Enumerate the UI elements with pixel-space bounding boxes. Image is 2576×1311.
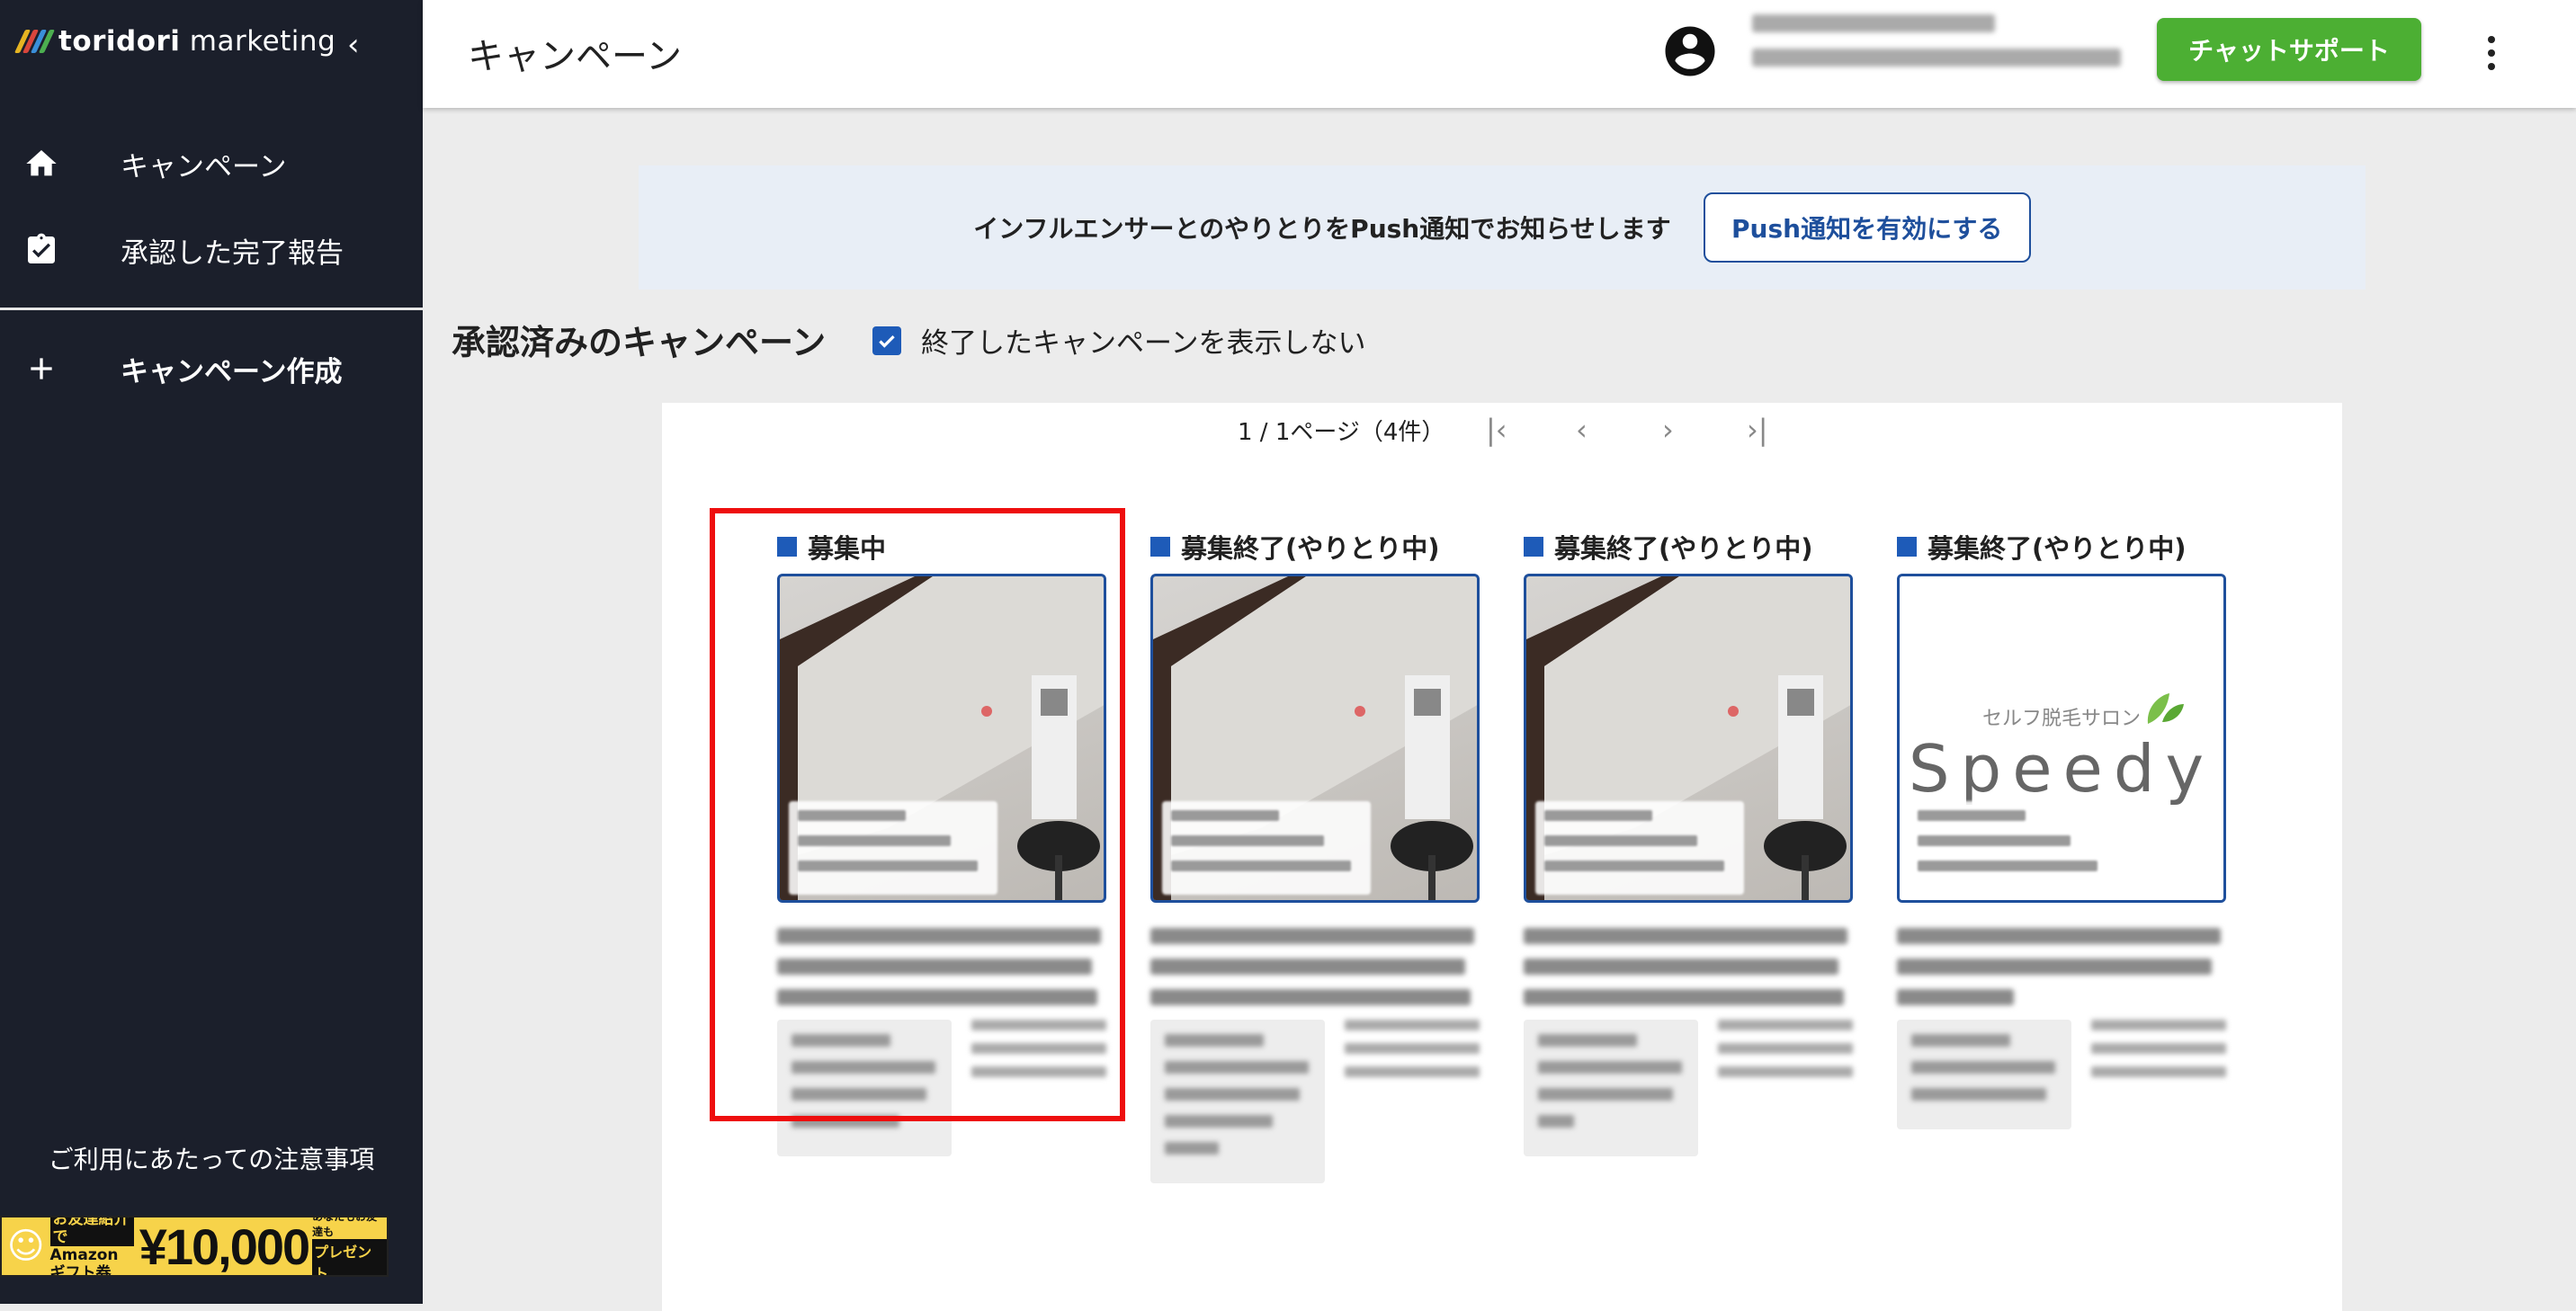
campaign-description-redacted [1150,928,1480,1005]
push-notification-notice: インフルエンサーとのやりとりをPush通知でお知らせします Push通知を有効に… [639,165,2366,290]
last-page-icon[interactable]: ›| [1747,413,1768,447]
campaign-category-redacted [1897,1020,2071,1129]
account-name-redacted[interactable] [1752,14,2121,83]
logo-word: Speedy [1908,731,2215,807]
sidebar: toridori marketing ‹ キャンペーン 承認した完了報告 キャン… [0,0,423,1304]
status-square-icon [1150,537,1170,557]
checkbox-checked-icon[interactable] [872,326,901,355]
promo-line1: お友達紹介で [49,1217,134,1246]
campaign-thumbnail[interactable]: セルフ脱毛サロン Speedy [1897,574,2226,903]
home-icon [26,150,57,176]
campaign-info-overlay [1162,801,1371,895]
campaign-info-overlay [1909,801,2117,895]
enable-push-button[interactable]: Push通知を有効にする [1703,192,2031,263]
campaign-card[interactable]: 募集終了(やりとり中) セルフ脱毛サロン Speedy [1897,529,2226,1129]
promo-tag-top: あなたもお友達も [312,1216,378,1238]
page-title: キャンペーン [468,36,682,77]
campaign-thumbnail[interactable] [777,574,1106,903]
status-square-icon [1897,537,1917,557]
campaign-info-overlay [1535,801,1744,895]
campaign-meta-redacted [971,1020,1106,1156]
promo-line2: Amazon [49,1246,119,1264]
campaign-info-overlay [789,801,997,895]
app-logo[interactable]: toridori marketing [13,25,336,58]
promo-amount: ¥10,000 [139,1217,310,1275]
sidebar-divider [0,308,423,310]
campaign-category-redacted [777,1020,952,1156]
campaign-thumbnail[interactable] [1150,574,1480,903]
usage-notes-link[interactable]: ご利用にあたっての注意事項 [0,1140,423,1176]
pagination-text: 1 / 1ページ（4件） [1238,418,1445,446]
sidebar-item-campaigns[interactable]: キャンペーン [0,128,423,200]
status-square-icon [1524,537,1543,557]
prev-page-icon[interactable]: ‹ [1576,413,1588,447]
logo-brand: toridori [58,25,181,58]
campaign-meta-redacted [1718,1020,1853,1156]
top-bar: キャンペーン チャットサポート [423,0,2576,108]
promo-line3: ギフト券 [49,1264,112,1277]
promo-tag: プレゼント [312,1239,387,1275]
section-title: 承認済みのキャンペーン [452,323,827,362]
campaign-card[interactable]: 募集中 [777,529,1106,1156]
campaign-status: 募集終了(やりとり中) [1181,533,1440,564]
campaign-list-panel: 1 / 1ページ（4件） |‹ ‹ › ›| 募集中 募集終了(やりとり中) 募… [662,403,2342,1311]
campaign-description-redacted [1897,928,2226,1005]
first-page-icon[interactable]: |‹ [1486,413,1507,447]
campaign-status: 募集終了(やりとり中) [1554,533,1813,564]
logo-mark-icon [13,30,56,53]
campaign-card[interactable]: 募集終了(やりとり中) [1524,529,1853,1156]
logo-subtitle: セルフ脱毛サロン [1981,708,2141,730]
campaign-description-redacted [777,928,1106,1005]
campaign-meta-redacted [2091,1020,2226,1129]
hide-ended-checkbox[interactable]: 終了したキャンペーンを表示しない [872,320,1365,361]
campaign-category-redacted [1524,1020,1698,1156]
chat-support-button[interactable]: チャットサポート [2157,18,2421,81]
campaign-meta-redacted [1345,1020,1480,1183]
sidebar-item-label: 承認した完了報告 [121,236,344,270]
plus-icon [31,358,52,379]
logo-product: marketing [189,25,336,58]
person-icon: ☺ [6,1226,45,1267]
status-square-icon [777,537,797,557]
referral-promo-banner[interactable]: ☺ お友達紹介で Amazon ギフト券 ¥10,000 あなたもお友達も プレ… [0,1216,389,1277]
push-notice-text: インフルエンサーとのやりとりをPush通知でお知らせします [973,214,1671,244]
more-vertical-icon[interactable] [2482,31,2500,76]
next-page-icon[interactable]: › [1662,413,1674,447]
create-campaign-label: キャンペーン作成 [121,355,343,388]
campaign-status: 募集中 [808,533,887,564]
sidebar-item-label: キャンペーン [121,150,287,183]
campaign-status: 募集終了(やりとり中) [1928,533,2187,564]
campaign-description-redacted [1524,928,1853,1005]
hide-ended-label: 終了したキャンペーンを表示しない [921,327,1366,360]
sidebar-item-approved-reports[interactable]: 承認した完了報告 [0,214,423,286]
create-campaign-button[interactable]: キャンペーン作成 [0,333,423,405]
clipboard-check-icon [28,233,55,263]
campaign-category-redacted [1150,1020,1325,1183]
campaign-card[interactable]: 募集終了(やりとり中) [1150,529,1480,1183]
account-circle-icon[interactable] [1660,22,1720,81]
campaign-thumbnail[interactable] [1524,574,1853,903]
leaf-icon [2147,693,2184,724]
chevron-left-icon[interactable]: ‹ [347,27,360,63]
